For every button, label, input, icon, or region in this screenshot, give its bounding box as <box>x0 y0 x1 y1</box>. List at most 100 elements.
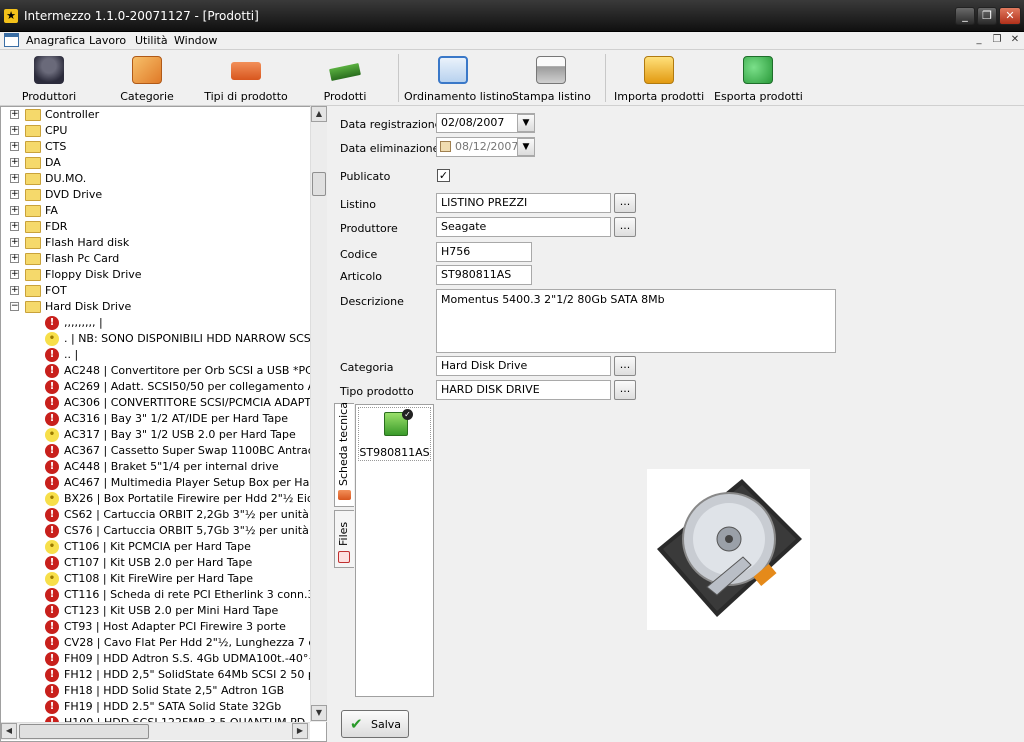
listino-field[interactable]: LISTINO PREZZI <box>436 193 611 213</box>
tree-product-item[interactable]: ! FH12 | HDD 2,5" SolidState 64Mb SCSI 2 … <box>1 667 325 683</box>
tree-folder[interactable]: + DA <box>1 155 311 171</box>
descrizione-textarea[interactable]: Momentus 5400.3 2"1/2 80Gb SATA 8Mb <box>436 289 836 353</box>
tipo-prodotto-browse-button[interactable]: ... <box>614 380 636 400</box>
expand-icon[interactable]: + <box>10 270 19 279</box>
tree-horizontal-scrollbar[interactable]: ◀ ▶ <box>1 722 310 740</box>
tree-product-item[interactable]: ! AC448 | Braket 5"1/4 per internal drive <box>1 459 311 475</box>
tree-product-item[interactable]: ! CT93 | Host Adapter PCI Firewire 3 port… <box>1 619 311 635</box>
tree-folder[interactable]: + DU.MO. <box>1 171 311 187</box>
expand-icon[interactable]: + <box>10 206 19 215</box>
tree-folder[interactable]: + DVD Drive <box>1 187 311 203</box>
restore-button[interactable]: ❐ <box>977 7 997 25</box>
tree-product-item[interactable]: ! CS76 | Cartuccia ORBIT 5,7Gb 3"½ per un… <box>1 523 311 539</box>
categoria-field[interactable]: Hard Disk Drive <box>436 356 611 376</box>
tree-product-item[interactable]: ! AC367 | Cassetto Super Swap 1100BC Antr… <box>1 443 326 459</box>
tree-product-item[interactable]: ! FH18 | HDD Solid State 2,5" Adtron 1GB <box>1 683 311 699</box>
mdi-close-button[interactable]: ✕ <box>1008 34 1022 47</box>
minimize-button[interactable]: _ <box>955 7 975 25</box>
categoria-browse-button[interactable]: ... <box>614 356 636 376</box>
menu-window[interactable]: Window <box>172 33 219 48</box>
expand-icon[interactable]: + <box>10 286 19 295</box>
tree-product-item[interactable]: • AC317 | Bay 3" 1/2 USB 2.0 per Hard Tap… <box>1 427 311 443</box>
tree-product-item[interactable]: ! CV28 | Cavo Flat Per Hdd 2"½, Lunghezza… <box>1 635 325 651</box>
tipi-di-prodotto-button[interactable]: Tipi di prodotto <box>200 52 292 104</box>
tipo-prodotto-field[interactable]: HARD DISK DRIVE <box>436 380 611 400</box>
attachment-item[interactable]: ✓ ST980811AS <box>358 407 431 461</box>
tree-product-item[interactable]: • BX26 | Box Portatile Firewire per Hdd 2… <box>1 491 321 507</box>
tree-folder[interactable]: + FOT <box>1 283 311 299</box>
scroll-left-arrow-icon[interactable]: ◀ <box>1 723 17 739</box>
date-checkbox[interactable] <box>440 141 451 152</box>
tab-files[interactable]: Files <box>334 510 354 568</box>
scroll-down-arrow-icon[interactable]: ▼ <box>311 705 327 721</box>
collapse-icon[interactable]: − <box>10 302 19 311</box>
expand-icon[interactable]: + <box>10 238 19 247</box>
close-button[interactable]: ✕ <box>999 7 1021 25</box>
expand-icon[interactable]: + <box>10 126 19 135</box>
publicato-checkbox[interactable]: ✓ <box>437 169 450 182</box>
expand-icon[interactable]: + <box>10 110 19 119</box>
codice-field[interactable]: H756 <box>436 242 532 262</box>
scroll-thumb[interactable] <box>312 172 326 196</box>
tree-folder[interactable]: + Controller <box>1 107 311 123</box>
tree-product-item[interactable]: ! AC306 | CONVERTITORE SCSI/PCMCIA ADAPTE… <box>1 395 326 411</box>
scroll-up-arrow-icon[interactable]: ▲ <box>311 106 327 122</box>
error-icon: ! <box>45 348 59 362</box>
tree-product-item[interactable]: ! AC316 | Bay 3" 1/2 AT/IDE per Hard Tape <box>1 411 311 427</box>
tree-product-item[interactable]: •. | NB: SONO DISPONIBILI HDD NARROW SCS… <box>1 331 326 347</box>
tree-folder-expanded[interactable]: − Hard Disk Drive <box>1 299 311 315</box>
tree-product-item[interactable]: • CT106 | Kit PCMCIA per Hard Tape <box>1 539 311 555</box>
tab-scheda-tecnica[interactable]: Scheda tecnica <box>334 402 354 507</box>
mdi-restore-button[interactable]: ❐ <box>990 34 1004 47</box>
ordinamento-listino-button[interactable]: Ordinamento listino <box>404 52 513 104</box>
menu-lavoro[interactable]: Lavoro <box>87 33 128 48</box>
menu-utilita[interactable]: Utilità <box>133 33 170 48</box>
tree-folder[interactable]: + FDR <box>1 219 311 235</box>
produttori-button[interactable]: Produttori <box>10 52 88 104</box>
tree-folder[interactable]: + CTS <box>1 139 311 155</box>
tree-product-item[interactable]: ! AC269 | Adatt. SCSI50/50 per collegamen… <box>1 379 326 395</box>
tree-product-item[interactable]: ! AC248 | Convertitore per Orb SCSI a USB… <box>1 363 326 379</box>
tree-vertical-scrollbar[interactable]: ▲ ▼ <box>310 106 327 722</box>
articolo-field[interactable]: ST980811AS <box>436 265 532 285</box>
tree-product-item[interactable]: ! FH19 | HDD 2.5" SATA Solid State 32Gb <box>1 699 311 715</box>
expand-icon[interactable]: + <box>10 174 19 183</box>
calendar-dropdown-icon[interactable]: ▼ <box>517 138 535 156</box>
expand-icon[interactable]: + <box>10 142 19 151</box>
produttore-field[interactable]: Seagate <box>436 217 611 237</box>
tree-folder[interactable]: + Flash Pc Card <box>1 251 311 267</box>
menu-anagrafica[interactable]: Anagrafica <box>24 33 87 48</box>
product-tree[interactable]: + Controller + CPU + CTS + DA + DU.MO. + DVD Drive +… <box>0 106 327 742</box>
produttore-browse-button[interactable]: ... <box>614 217 636 237</box>
categorie-button[interactable]: Categorie <box>108 52 186 104</box>
tree-product-item[interactable]: ! CT107 | Kit USB 2.0 per Hard Tape <box>1 555 311 571</box>
mdi-minimize-button[interactable]: _ <box>972 34 986 47</box>
save-button[interactable]: ✔ Salva <box>341 710 409 738</box>
tree-folder[interactable]: + FA <box>1 203 311 219</box>
tree-product-item[interactable]: ! CS62 | Cartuccia ORBIT 2,2Gb 3"½ per un… <box>1 507 311 523</box>
tree-folder[interactable]: + CPU <box>1 123 311 139</box>
tree-folder[interactable]: + Flash Hard disk <box>1 235 311 251</box>
expand-icon[interactable]: + <box>10 158 19 167</box>
importa-prodotti-button[interactable]: Importa prodotti <box>614 52 704 104</box>
tree-product-item[interactable]: ! AC467 | Multimedia Player Setup Box per… <box>1 475 326 491</box>
expand-icon[interactable]: + <box>10 222 19 231</box>
tree-product-item[interactable]: ! CT116 | Scheda di rete PCI Etherlink 3 … <box>1 587 326 603</box>
tree-product-item[interactable]: ! FH09 | HDD Adtron S.S. 4Gb UDMA100t.-40… <box>1 651 326 667</box>
calendar-dropdown-icon[interactable]: ▼ <box>517 114 535 132</box>
tree-product-item[interactable]: • CT108 | Kit FireWire per Hard Tape <box>1 571 311 587</box>
tree-folder[interactable]: + Floppy Disk Drive <box>1 267 311 283</box>
attachment-list[interactable]: ✓ ST980811AS <box>355 404 434 697</box>
listino-browse-button[interactable]: ... <box>614 193 636 213</box>
tree-product-item[interactable]: !.. | <box>1 347 311 363</box>
expand-icon[interactable]: + <box>10 190 19 199</box>
scroll-right-arrow-icon[interactable]: ▶ <box>292 723 308 739</box>
prodotti-button[interactable]: Prodotti <box>306 52 384 104</box>
tree-product-item[interactable]: !,,,,,,,,, | <box>1 315 311 331</box>
expand-icon[interactable]: + <box>10 254 19 263</box>
esporta-prodotti-button[interactable]: Esporta prodotti <box>714 52 803 104</box>
scroll-thumb-horizontal[interactable] <box>19 724 149 739</box>
document-icon[interactable] <box>4 33 19 47</box>
tree-product-item[interactable]: ! CT123 | Kit USB 2.0 per Mini Hard Tape <box>1 603 311 619</box>
stampa-listino-button[interactable]: Stampa listino <box>512 52 591 104</box>
